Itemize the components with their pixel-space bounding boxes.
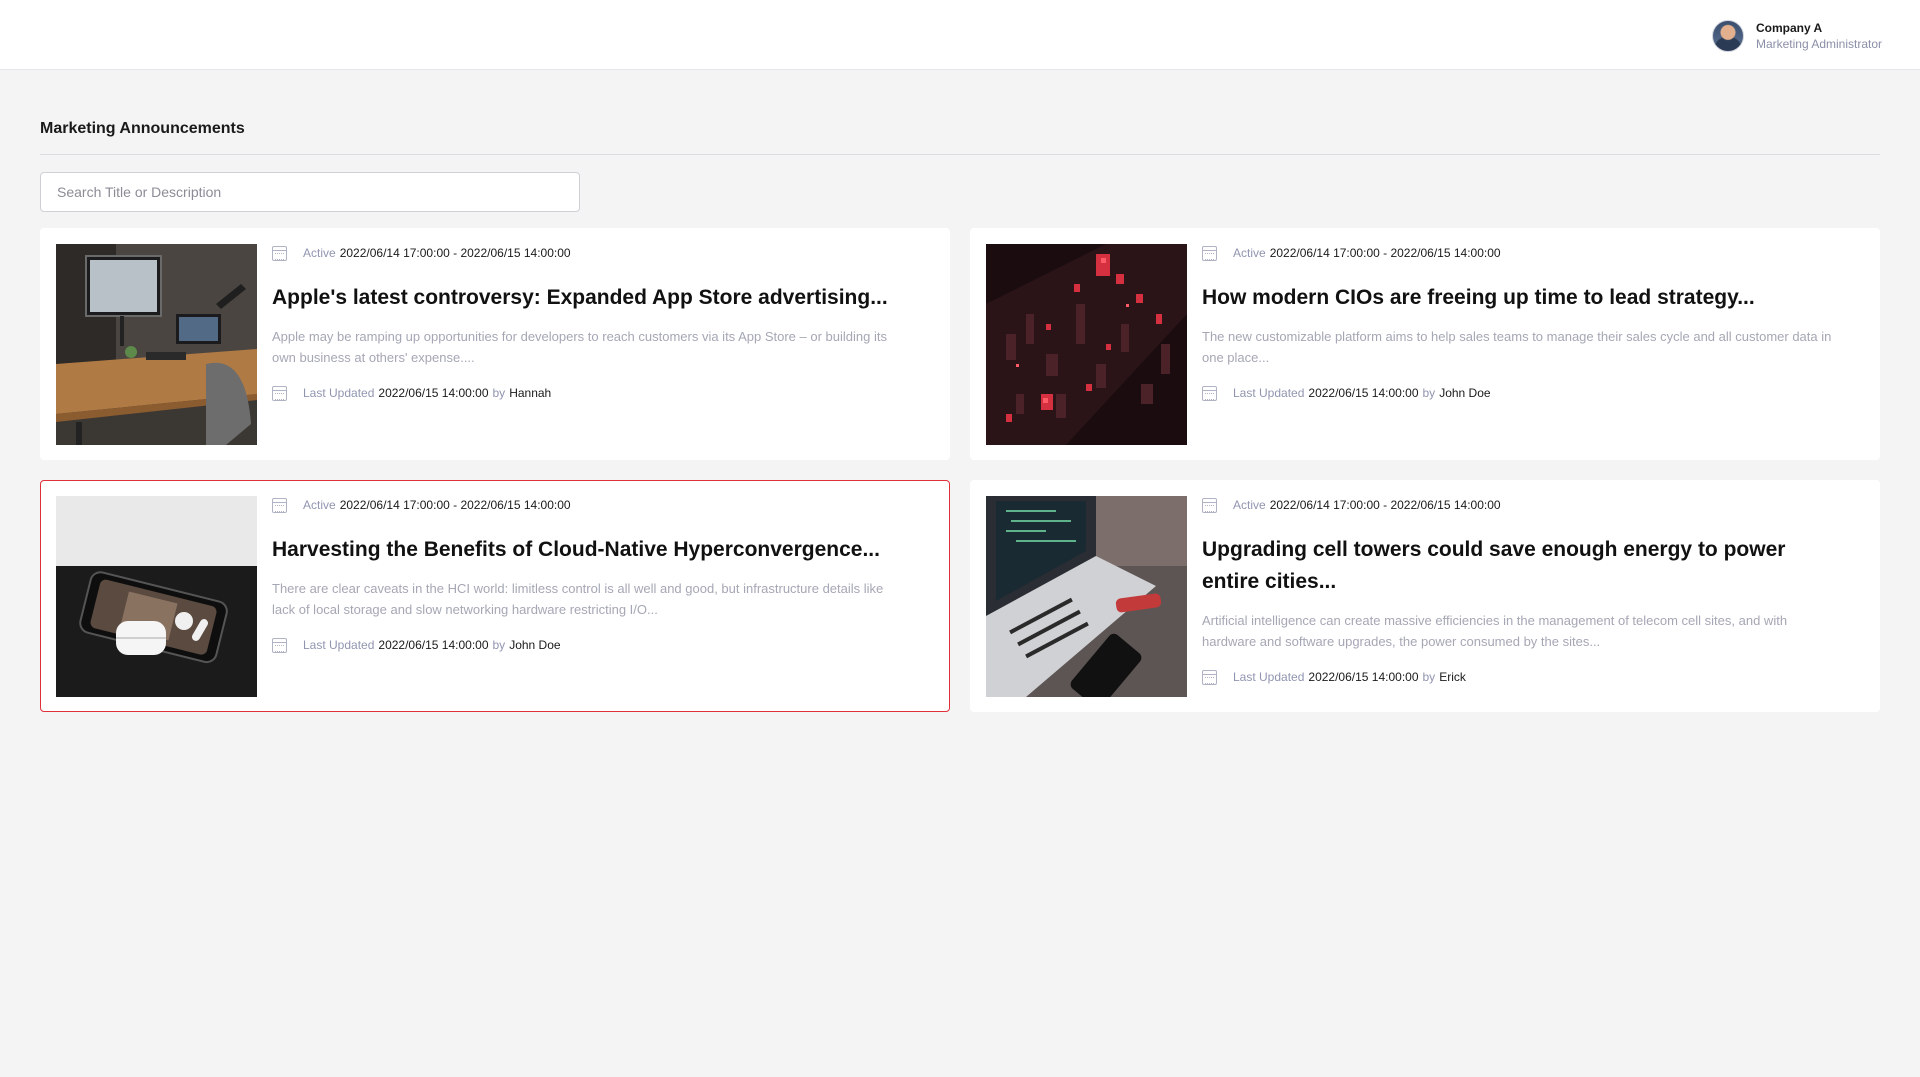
announcement-card-selected[interactable]: Active 2022/06/14 17:00:00 - 2022/06/15 …: [40, 480, 950, 712]
author-name: Erick: [1439, 670, 1466, 684]
calendar-icon: [272, 497, 287, 513]
announcement-title[interactable]: Harvesting the Benefits of Cloud-Native …: [272, 534, 909, 566]
announcement-title[interactable]: Apple's latest controversy: Expanded App…: [272, 282, 909, 314]
calendar-icon: [1202, 497, 1217, 513]
announcement-card[interactable]: Active 2022/06/14 17:00:00 - 2022/06/15 …: [40, 228, 950, 460]
author-name: John Doe: [1439, 386, 1491, 400]
title-divider: [40, 154, 1880, 155]
announcement-image: [56, 496, 257, 697]
announcement-card[interactable]: Active 2022/06/14 17:00:00 - 2022/06/15 …: [970, 228, 1880, 460]
last-updated-date: 2022/06/15 14:00:00: [1308, 386, 1419, 400]
announcement-title[interactable]: Upgrading cell towers could save enough …: [1202, 534, 1839, 598]
announcement-image: [986, 244, 1187, 445]
avatar[interactable]: [1711, 20, 1744, 53]
status-label: Active: [1233, 246, 1266, 260]
active-period: 2022/06/14 17:00:00 - 2022/06/15 14:00:0…: [1269, 246, 1501, 260]
last-updated-label: Last Updated: [303, 386, 375, 400]
last-updated-date: 2022/06/15 14:00:00: [1308, 670, 1419, 684]
last-updated-label: Last Updated: [1233, 386, 1305, 400]
by-label: by: [492, 386, 506, 400]
calendar-icon: [272, 385, 287, 401]
calendar-icon: [272, 245, 287, 261]
announcement-description: Artificial intelligence can create massi…: [1202, 613, 1788, 649]
last-updated-date: 2022/06/15 14:00:00: [378, 386, 489, 400]
by-label: by: [1422, 670, 1436, 684]
author-name: John Doe: [509, 638, 561, 652]
announcement-description: Apple may be ramping up opportunities fo…: [272, 329, 887, 365]
status-label: Active: [303, 498, 336, 512]
by-label: by: [1422, 386, 1436, 400]
status-label: Active: [1233, 498, 1266, 512]
page-title: Marketing Announcements: [40, 120, 245, 137]
announcement-description: There are clear caveats in the HCI world…: [272, 581, 884, 617]
author-name: Hannah: [509, 386, 552, 400]
announcement-description: The new customizable platform aims to he…: [1202, 329, 1832, 365]
announcement-card[interactable]: Active 2022/06/14 17:00:00 - 2022/06/15 …: [970, 480, 1880, 712]
user-role: Marketing Administrator: [1755, 37, 1882, 52]
calendar-icon: [1202, 669, 1217, 685]
announcement-image: [986, 496, 1187, 697]
calendar-icon: [1202, 385, 1217, 401]
calendar-icon: [1202, 245, 1217, 261]
status-label: Active: [303, 246, 336, 260]
calendar-icon: [272, 637, 287, 653]
company-name: Company A: [1755, 21, 1823, 35]
last-updated-label: Last Updated: [303, 638, 375, 652]
last-updated-label: Last Updated: [1233, 670, 1305, 684]
last-updated-date: 2022/06/15 14:00:00: [378, 638, 489, 652]
by-label: by: [492, 638, 506, 652]
active-period: 2022/06/14 17:00:00 - 2022/06/15 14:00:0…: [339, 498, 571, 512]
active-period: 2022/06/14 17:00:00 - 2022/06/15 14:00:0…: [1269, 498, 1501, 512]
top-bar: Company A Marketing Administrator: [0, 0, 1920, 70]
announcement-image: [56, 244, 257, 445]
user-profile[interactable]: Company A Marketing Administrator: [1711, 20, 1882, 53]
search-input[interactable]: [40, 172, 580, 212]
announcement-title[interactable]: How modern CIOs are freeing up time to l…: [1202, 282, 1839, 314]
active-period: 2022/06/14 17:00:00 - 2022/06/15 14:00:0…: [339, 246, 571, 260]
